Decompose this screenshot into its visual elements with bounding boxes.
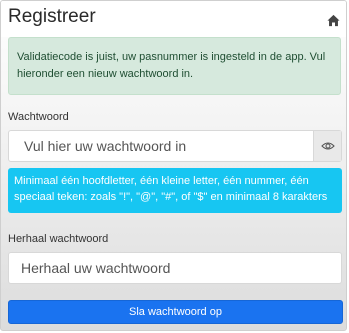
page-title: Registreer <box>8 6 96 27</box>
show-password-button[interactable] <box>313 131 341 161</box>
password-input[interactable] <box>9 131 314 161</box>
register-form-panel: Registreer Validatiecode is juist, uw pa… <box>0 0 347 331</box>
header: Registreer <box>1 1 346 37</box>
password-label: Wachtwoord <box>8 111 69 123</box>
repeat-password-label: Herhaal wachtwoord <box>8 233 109 245</box>
success-alert: Validatiecode is juist, uw pasnummer is … <box>8 37 341 95</box>
save-password-button[interactable]: Sla wachtwoord op <box>8 300 343 324</box>
eye-icon <box>320 142 335 150</box>
repeat-password-input[interactable] <box>8 252 342 284</box>
password-requirements-alert: Minimaal één hoofdletter, één kleine let… <box>8 168 342 213</box>
home-icon[interactable] <box>327 14 340 27</box>
password-input-group <box>8 130 342 162</box>
